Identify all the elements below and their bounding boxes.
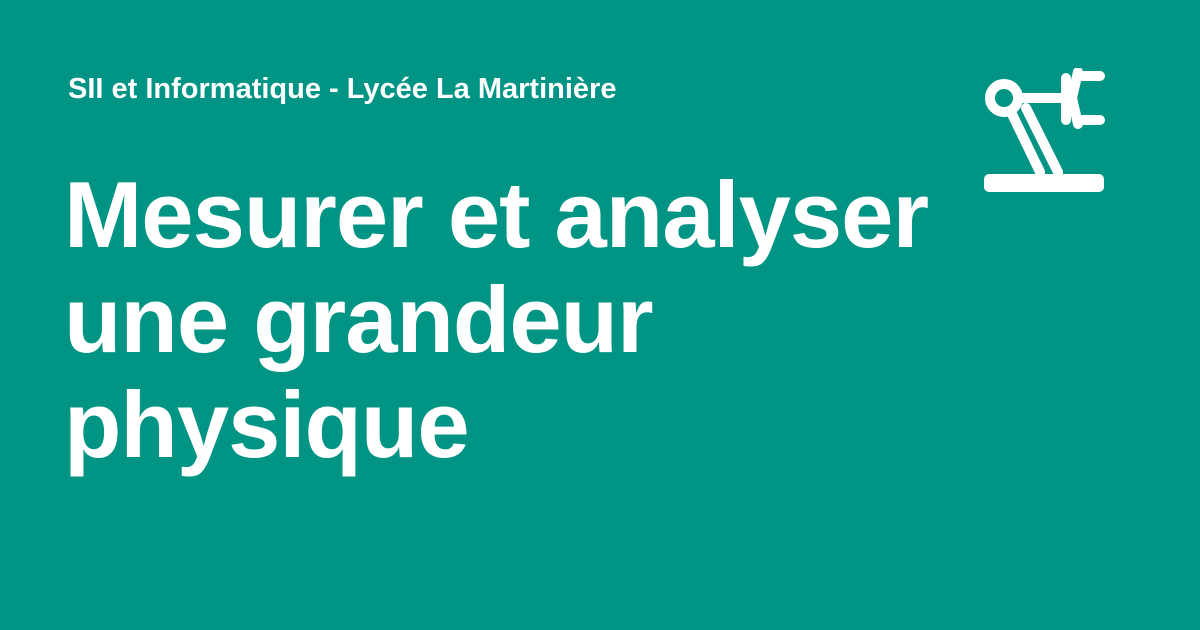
page-title: Mesurer et analyser une grandeur physiqu… [64,162,944,477]
social-card: SII et Informatique - Lycée La Martinièr… [0,0,1200,630]
page-title-line-3: physique [64,372,470,477]
robot-arm-icon-graphic [984,68,1105,192]
page-title-line-1: Mesurer et analyser [64,162,929,267]
page-title-line-2: une grandeur [64,267,654,372]
site-name: SII et Informatique - Lycée La Martinièr… [68,73,617,105]
robot-arm-icon [982,68,1106,194]
robot-base [984,174,1104,192]
